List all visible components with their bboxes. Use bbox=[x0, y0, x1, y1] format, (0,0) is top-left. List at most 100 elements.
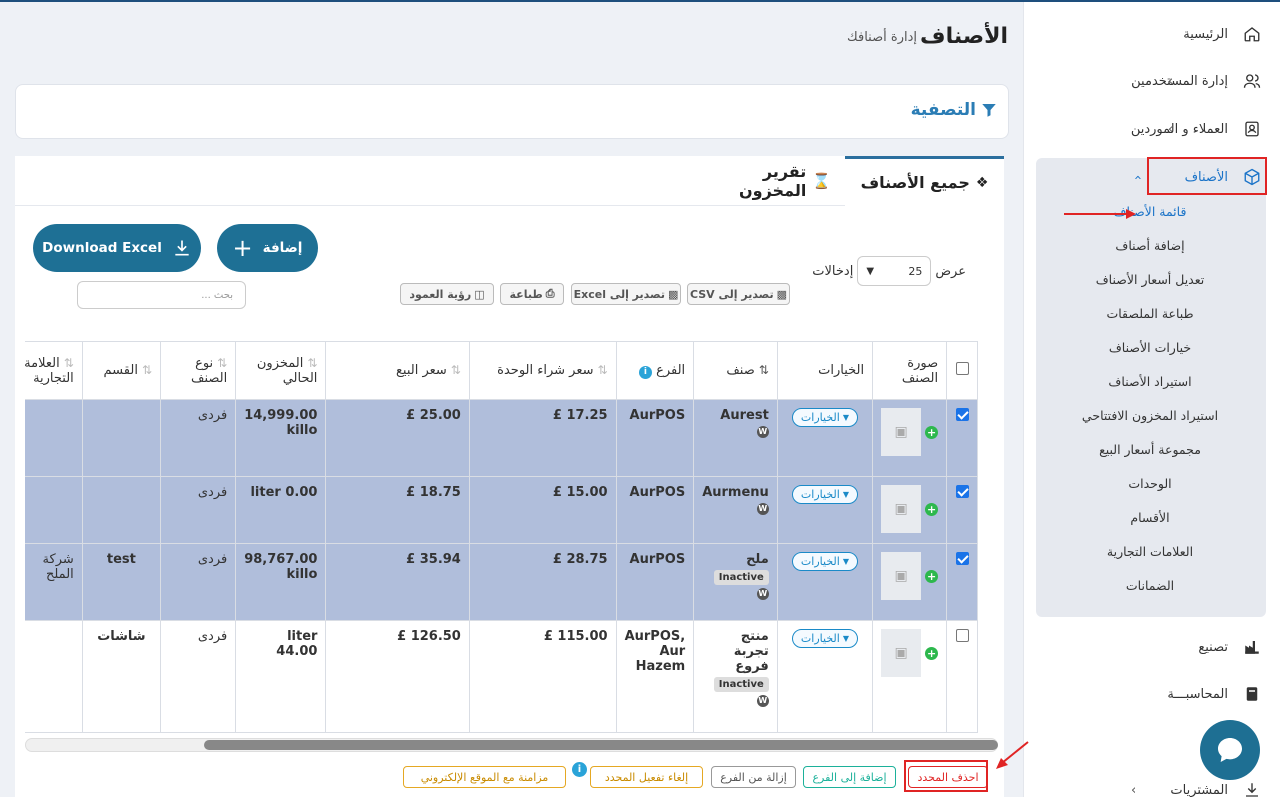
header-unit-cost[interactable]: ⇅سعر شراء الوحدة bbox=[468, 341, 617, 400]
sidebar-item-users[interactable]: إدارة المستخدمين › bbox=[1023, 63, 1280, 99]
cell-checkbox[interactable] bbox=[946, 476, 978, 544]
users-icon bbox=[1242, 71, 1262, 91]
products-table: ⇅العلامة التجارية ⇅القسم ⇅نوع الصنف ⇅الم… bbox=[25, 341, 978, 733]
print-button[interactable]: ⎙ طباعة bbox=[500, 283, 564, 305]
submenu-item[interactable]: خيارات الأصناف bbox=[1050, 340, 1280, 355]
submenu-item[interactable]: استيراد الأصناف bbox=[1050, 374, 1280, 389]
header-category[interactable]: ⇅القسم bbox=[81, 341, 162, 400]
sidebar-item-home[interactable]: الرئيسية bbox=[1023, 16, 1280, 52]
add-image-icon[interactable]: + bbox=[925, 502, 939, 516]
table-body: فردى 14,999.00 killo 25.00 £17.25 £ AurPOS A… bbox=[25, 399, 978, 733]
cell-unit-cost: 15.00 £ bbox=[468, 476, 617, 544]
cell-category bbox=[81, 399, 162, 477]
column-visibility-button[interactable]: ◫ رؤية العمود bbox=[400, 283, 494, 305]
add-image-icon[interactable]: + bbox=[925, 569, 939, 583]
row-checkbox[interactable] bbox=[955, 408, 969, 421]
submenu-item[interactable]: طباعة الملصقات bbox=[1050, 306, 1280, 321]
header-current-stock[interactable]: ⇅المخزون الحالي bbox=[235, 341, 327, 400]
add-button[interactable]: + إضافة bbox=[217, 224, 318, 272]
submenu-item[interactable]: مجموعة أسعار البيع bbox=[1050, 442, 1280, 457]
header-item[interactable]: ⇅صنف bbox=[693, 341, 778, 400]
export-csv-button[interactable]: ▩ تصدير إلى CSV bbox=[687, 283, 790, 305]
options-dropdown-button[interactable]: ▼ الخيارات bbox=[791, 408, 858, 427]
wordpress-icon: W bbox=[756, 588, 769, 600]
table-row[interactable]: شاشات فردى liter 44.00 126.50 £115.00 £ AurP… bbox=[25, 620, 978, 733]
submenu-item[interactable]: إضافة أصناف bbox=[1050, 238, 1280, 253]
row-checkbox[interactable] bbox=[955, 485, 969, 498]
wordpress-icon: W bbox=[756, 503, 769, 515]
filter-card[interactable]: التصفية bbox=[15, 84, 1009, 139]
table-container[interactable]: ⇅العلامة التجارية ⇅القسم ⇅نوع الصنف ⇅الم… bbox=[25, 341, 998, 737]
header-branch[interactable]: الفرع i bbox=[615, 341, 695, 400]
deactivate-selected-button[interactable]: إلغاء تفعيل المحدد bbox=[590, 766, 703, 788]
scrollbar-thumb[interactable] bbox=[204, 740, 998, 750]
table-row[interactable]: شركة الملح test فردى 98,767.00 killo 35.94 £… bbox=[25, 543, 978, 621]
cell-item: ملح Inactive W bbox=[693, 543, 778, 621]
sidebar-item-contacts[interactable]: العملاء و الموردين › bbox=[1023, 111, 1280, 147]
search-input[interactable]: بحث ... bbox=[77, 281, 246, 309]
annotation-arrow-icon bbox=[996, 741, 1029, 769]
filter-title[interactable]: التصفية bbox=[911, 100, 998, 120]
add-image-icon[interactable]: + bbox=[925, 646, 939, 660]
plus-icon: + bbox=[232, 234, 253, 262]
sidebar-item-accounting[interactable]: المحاسبـــة bbox=[1023, 676, 1280, 712]
submenu-item[interactable]: الأقسام bbox=[1050, 510, 1280, 525]
remove-from-branch-button[interactable]: إزالة من الفرع bbox=[711, 766, 796, 788]
table-row[interactable]: فردى liter 0.00 18.75 £15.00 £ AurPOS Aurmen… bbox=[25, 476, 978, 544]
cell-options: ▼ الخيارات bbox=[776, 543, 874, 621]
header-options: الخيارات bbox=[776, 341, 874, 400]
cubes-icon: ❖ bbox=[975, 174, 989, 191]
horizontal-scrollbar[interactable] bbox=[25, 738, 998, 752]
sort-icon: ⇅ bbox=[597, 363, 608, 377]
home-icon bbox=[1242, 24, 1262, 44]
tab-label: جميع الأصناف bbox=[860, 173, 970, 192]
sidebar-item-label: إدارة المستخدمين bbox=[1131, 73, 1228, 89]
cell-checkbox[interactable] bbox=[946, 399, 978, 477]
contacts-icon bbox=[1242, 119, 1262, 139]
sidebar-item-manufacturing[interactable]: تصنيع bbox=[1023, 629, 1280, 665]
cell-checkbox[interactable] bbox=[946, 620, 978, 733]
sync-website-button[interactable]: مزامنة مع الموقع الإلكتروني bbox=[403, 766, 566, 788]
header-select-all[interactable] bbox=[946, 341, 978, 400]
submenu-item[interactable]: استيراد المخزون الافتتاحي bbox=[1050, 408, 1280, 423]
options-dropdown-button[interactable]: ▼ الخيارات bbox=[791, 629, 858, 648]
chat-icon bbox=[1218, 738, 1242, 762]
cell-category: شاشات bbox=[81, 620, 162, 733]
chat-button[interactable] bbox=[1200, 720, 1260, 780]
submenu-item[interactable]: تعديل أسعار الأصناف bbox=[1050, 272, 1280, 287]
options-dropdown-button[interactable]: ▼ الخيارات bbox=[791, 485, 858, 504]
sort-icon: ⇅ bbox=[217, 355, 228, 370]
header-selling-price[interactable]: ⇅سعر البيع bbox=[325, 341, 470, 400]
submenu-item[interactable]: العلامات التجارية bbox=[1050, 544, 1280, 559]
cell-stock: 14,999.00 killo bbox=[235, 399, 327, 477]
header-item-type[interactable]: ⇅نوع الصنف bbox=[159, 341, 237, 400]
book-icon bbox=[1242, 684, 1262, 704]
tab-all-items[interactable]: ❖ جميع الأصناف bbox=[845, 156, 1004, 206]
length-select[interactable]: 25 ▼ bbox=[857, 256, 932, 286]
item-name: منتج تجربة فروع bbox=[733, 629, 769, 674]
submenu-item[interactable]: الوحدات bbox=[1050, 476, 1280, 491]
length-show-label: عرض bbox=[935, 263, 966, 279]
add-to-branch-button[interactable]: إضافة إلى الفرع bbox=[803, 766, 896, 788]
row-checkbox[interactable] bbox=[955, 552, 969, 565]
tab-stock-report[interactable]: ⌛ تقرير المخزون bbox=[701, 156, 831, 206]
submenu-item[interactable]: الضمانات bbox=[1050, 578, 1280, 593]
options-dropdown-button[interactable]: ▼ الخيارات bbox=[791, 552, 858, 571]
sort-icon: ⇅ bbox=[141, 363, 152, 377]
search-placeholder: بحث ... bbox=[201, 289, 233, 301]
export-excel-button[interactable]: ▩ تصدير إلى Excel bbox=[571, 283, 681, 305]
cell-type: فردى bbox=[159, 620, 237, 733]
caret-down-icon: ▼ bbox=[842, 634, 849, 643]
table-row[interactable]: فردى 14,999.00 killo 25.00 £17.25 £ AurPOS A… bbox=[25, 399, 978, 477]
cell-image: + ▣ bbox=[872, 543, 948, 621]
cell-checkbox[interactable] bbox=[946, 543, 978, 621]
select-all-checkbox[interactable] bbox=[955, 362, 969, 375]
row-checkbox[interactable] bbox=[955, 629, 969, 642]
wordpress-icon: W bbox=[756, 426, 769, 438]
download-excel-button[interactable]: Download Excel bbox=[33, 224, 201, 272]
item-name: Aurest bbox=[720, 408, 769, 423]
add-button-label: إضافة bbox=[262, 240, 303, 256]
add-image-icon[interactable]: + bbox=[925, 425, 939, 439]
chevron-left-icon: › bbox=[1168, 73, 1174, 89]
header-brand[interactable]: ⇅العلامة التجارية bbox=[25, 341, 83, 400]
